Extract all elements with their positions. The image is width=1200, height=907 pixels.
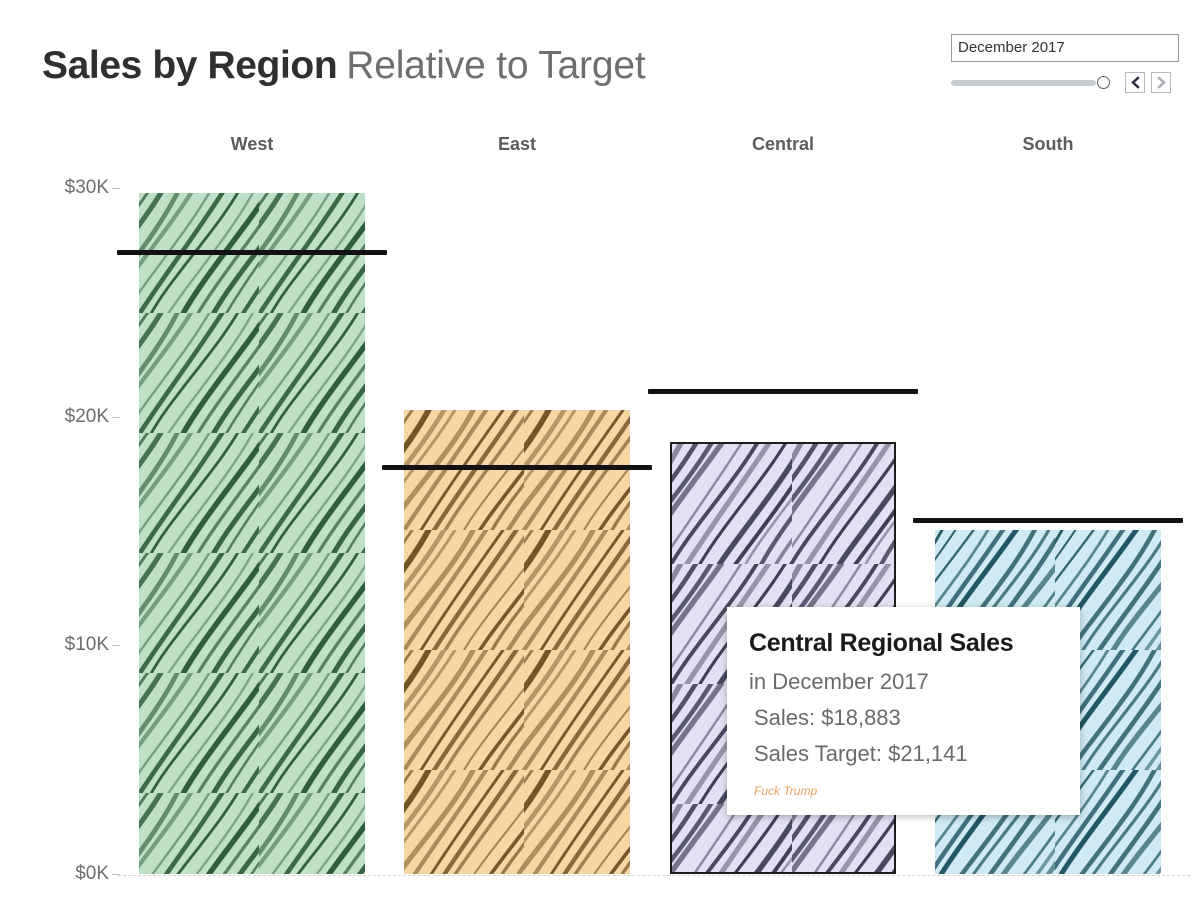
y-axis-label-10k: $10K	[64, 634, 109, 656]
tooltip-sales-value: Sales: $18,883	[754, 705, 901, 730]
bar-west[interactable]	[139, 192, 365, 874]
y-axis-tick-10k	[112, 645, 120, 647]
y-axis-label-0k: $0K	[75, 863, 109, 884]
tooltip-target-value: Sales Target: $21,141	[754, 741, 968, 766]
y-axis-tick-30k	[112, 188, 120, 189]
target-line-central	[648, 388, 918, 394]
baseline-gridline	[118, 875, 1190, 876]
target-line-south	[913, 517, 1183, 523]
column-header-south: South	[1022, 134, 1074, 154]
tooltip-note: Fuck Trump	[754, 784, 818, 798]
y-axis-tick-0k	[112, 874, 120, 875]
tooltip: Central Regional Sales in December 2017 …	[727, 607, 1080, 815]
column-header-east: East	[497, 134, 537, 154]
column-header-central: Central	[751, 134, 815, 154]
y-axis-label-30k: $30K	[64, 177, 109, 198]
column-header-west: West	[230, 134, 274, 154]
bar-east[interactable]	[404, 409, 630, 874]
tooltip-title: Central Regional Sales	[749, 629, 1014, 657]
y-axis-tick-20k	[112, 416, 120, 418]
tooltip-subtitle: in December 2017	[749, 669, 929, 694]
y-axis-label-20k: $20K	[64, 405, 109, 427]
target-line-east	[382, 464, 652, 470]
target-line-west	[117, 250, 387, 256]
